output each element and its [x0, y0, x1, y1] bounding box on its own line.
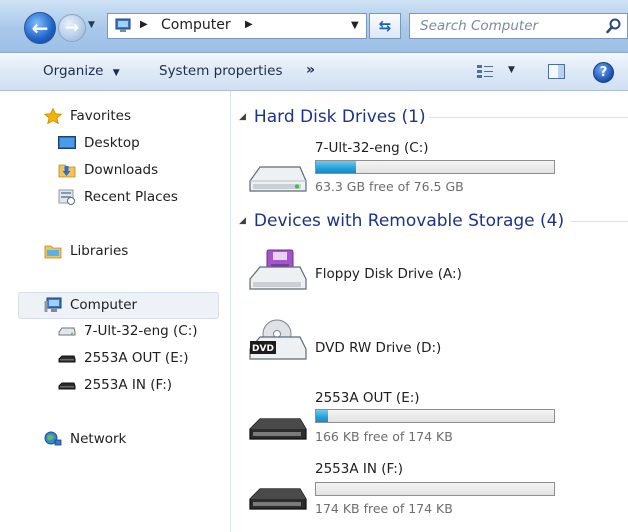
nav-network-label: Network: [70, 431, 127, 447]
drive-e-usage-bar: [315, 409, 555, 423]
refresh-button[interactable]: ⇆: [369, 13, 401, 39]
dvd-drive-icon: DVD: [249, 319, 307, 360]
nav-computer[interactable]: Computer: [44, 297, 137, 313]
dvd-badge: DVD: [252, 344, 274, 354]
nav-favorites-label: Favorites: [70, 108, 131, 124]
command-bar: Organize ▼ System properties » ▼ ?: [0, 53, 628, 91]
downloads-folder-icon: [58, 164, 76, 178]
drive-e-free-space: 166 KB free of 174 KB: [315, 429, 453, 444]
dvd-drive-name[interactable]: DVD RW Drive (D:): [315, 340, 441, 356]
search-icon[interactable]: [606, 18, 622, 34]
drive-f-free-space: 174 KB free of 174 KB: [315, 501, 453, 516]
address-bar: ← → ▼ ▶ Computer ▶ ▼ ⇆ Search Computer: [0, 0, 628, 53]
help-icon[interactable]: ?: [593, 62, 614, 83]
view-options-dropdown-icon[interactable]: ▼: [508, 65, 515, 75]
collapse-triangle-icon[interactable]: ◢: [239, 112, 246, 122]
drive-c-free-space: 63.3 GB free of 76.5 GB: [315, 179, 464, 194]
drive-e-name[interactable]: 2553A OUT (E:): [315, 390, 420, 406]
drive-c-name[interactable]: 7-Ult-32-eng (C:): [315, 140, 429, 156]
star-icon: [44, 108, 62, 124]
group-header-hard-disk[interactable]: ◢ Hard Disk Drives (1): [239, 107, 426, 127]
drive-c-usage-fill: [316, 161, 357, 173]
usb-drive-icon: [58, 355, 76, 363]
group-header-removable[interactable]: ◢ Devices with Removable Storage (4): [239, 211, 564, 231]
address-box[interactable]: ▶ Computer ▶ ▼: [107, 13, 367, 39]
nav-downloads-label: Downloads: [84, 162, 159, 178]
network-icon: [44, 431, 62, 446]
nav-desktop-label: Desktop: [84, 135, 140, 151]
usb-drive-icon: [58, 382, 76, 390]
desktop-icon: [58, 136, 76, 149]
drive-e-usage-fill: [316, 410, 328, 422]
group-title-removable: Devices with Removable Storage (4): [253, 211, 565, 231]
drive-c-usage-bar: [315, 160, 555, 174]
nav-computer-label: Computer: [70, 297, 138, 313]
nav-network[interactable]: Network: [44, 431, 126, 447]
breadcrumb-separator-icon[interactable]: ▶: [245, 19, 253, 30]
nav-recent-places[interactable]: Recent Places: [58, 189, 178, 205]
nav-drive-c-label: 7-Ult-32-eng (C:): [84, 323, 198, 339]
change-view-icon[interactable]: [476, 64, 494, 79]
nav-drive-f[interactable]: 2553A IN (F:): [58, 377, 172, 393]
organize-label: Organize: [43, 63, 104, 79]
collapse-triangle-icon[interactable]: ◢: [239, 216, 246, 226]
nav-desktop[interactable]: Desktop: [58, 135, 140, 151]
nav-drive-e-label: 2553A OUT (E:): [84, 350, 189, 366]
back-button[interactable]: ←: [24, 12, 56, 44]
content-area: ◢ Hard Disk Drives (1) 7-Ult-32-eng (C:)…: [231, 91, 628, 532]
hard-drive-icon: [249, 166, 307, 192]
floppy-drive-name[interactable]: Floppy Disk Drive (A:): [315, 266, 462, 282]
recent-places-icon: [58, 189, 75, 205]
breadcrumb-separator-icon[interactable]: ▶: [140, 19, 148, 30]
nav-downloads[interactable]: Downloads: [58, 162, 158, 178]
forward-button[interactable]: →: [58, 14, 86, 42]
drive-f-usage-bar: [315, 482, 555, 496]
group-title-hard-disk: Hard Disk Drives (1): [253, 107, 426, 127]
search-placeholder: Search Computer: [420, 18, 539, 34]
nav-drive-f-label: 2553A IN (F:): [84, 377, 173, 393]
chevron-down-icon: ▼: [112, 68, 120, 78]
recent-pages-dropdown[interactable]: ▼: [88, 20, 95, 30]
nav-libraries[interactable]: Libraries: [44, 243, 128, 259]
nav-favorites[interactable]: Favorites: [44, 108, 131, 124]
libraries-icon: [44, 245, 62, 259]
usb-drive-icon: [249, 418, 307, 440]
computer-icon: [115, 18, 131, 32]
preview-pane-icon[interactable]: [548, 64, 565, 79]
breadcrumb-computer[interactable]: Computer: [161, 17, 231, 33]
nav-libraries-label: Libraries: [70, 243, 129, 259]
group-divider: [429, 117, 628, 118]
more-commands-button[interactable]: »: [306, 62, 315, 78]
drive-f-name[interactable]: 2553A IN (F:): [315, 461, 403, 477]
nav-drive-c[interactable]: 7-Ult-32-eng (C:): [58, 323, 198, 339]
system-properties-button[interactable]: System properties: [159, 63, 283, 79]
hard-drive-icon: [58, 327, 76, 336]
usb-drive-icon: [249, 488, 307, 510]
address-dropdown-icon[interactable]: ▼: [351, 20, 359, 31]
nav-recent-places-label: Recent Places: [84, 189, 178, 205]
group-divider: [571, 221, 628, 222]
navigation-pane: Favorites Desktop Downloads Recent Place…: [0, 91, 231, 532]
organize-menu[interactable]: Organize ▼: [43, 63, 120, 79]
floppy-drive-icon: [249, 249, 307, 290]
search-input[interactable]: Search Computer: [409, 13, 628, 39]
computer-icon: [44, 297, 62, 312]
nav-drive-e[interactable]: 2553A OUT (E:): [58, 350, 189, 366]
